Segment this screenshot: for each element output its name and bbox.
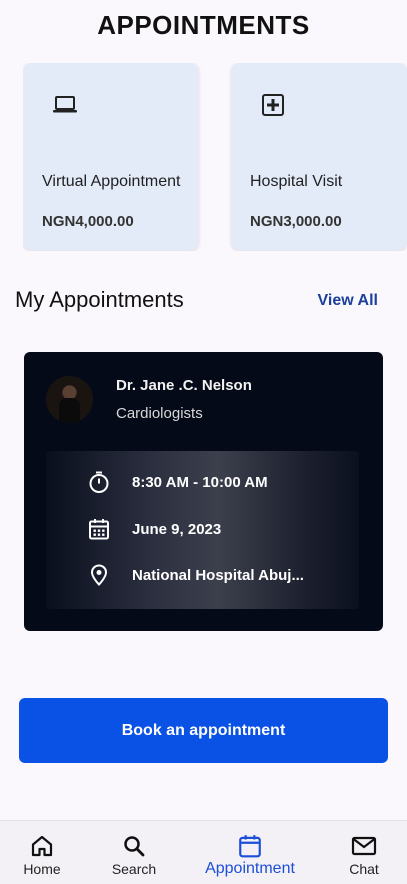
medical-plus-icon bbox=[259, 91, 287, 119]
search-icon bbox=[122, 834, 146, 858]
virtual-appointment-card[interactable]: Virtual Appointment NGN4,000.00 bbox=[23, 63, 199, 250]
nav-label: Appointment bbox=[205, 860, 295, 877]
calendar-icon bbox=[86, 516, 112, 542]
my-appointments-header: My Appointments View All bbox=[15, 287, 378, 317]
appointment-card[interactable]: Dr. Jane .C. Nelson Cardiologists 8:30 A… bbox=[24, 352, 383, 631]
section-title: My Appointments bbox=[15, 287, 184, 312]
book-appointment-button[interactable]: Book an appointment bbox=[19, 698, 388, 763]
service-price: NGN4,000.00 bbox=[42, 213, 134, 230]
bottom-navigation: Home Search Appointment Chat bbox=[0, 820, 407, 884]
date-row: June 9, 2023 bbox=[86, 516, 346, 542]
location-row: National Hospital Abuj... bbox=[86, 562, 346, 588]
view-all-link[interactable]: View All bbox=[318, 292, 378, 310]
doctor-name: Dr. Jane .C. Nelson bbox=[116, 377, 252, 394]
appointment-time: 8:30 AM - 10:00 AM bbox=[132, 473, 268, 491]
hospital-visit-card[interactable]: Hospital Visit NGN3,000.00 bbox=[231, 63, 407, 250]
time-row: 8:30 AM - 10:00 AM bbox=[86, 469, 346, 495]
service-title: Hospital Visit bbox=[250, 173, 343, 190]
doctor-avatar bbox=[46, 376, 93, 423]
nav-home[interactable]: Home bbox=[18, 821, 66, 884]
nav-search[interactable]: Search bbox=[108, 821, 160, 884]
doctor-specialty: Cardiologists bbox=[116, 405, 203, 422]
timer-icon bbox=[86, 469, 112, 495]
appointment-location: National Hospital Abuj... bbox=[132, 566, 304, 584]
nav-label: Search bbox=[111, 861, 157, 877]
service-title: Virtual Appointment bbox=[42, 173, 181, 190]
appointment-date: June 9, 2023 bbox=[132, 520, 222, 538]
location-pin-icon bbox=[86, 562, 112, 588]
service-cards-row: Virtual Appointment NGN4,000.00 Hospital… bbox=[23, 63, 407, 251]
home-icon bbox=[30, 834, 54, 858]
appointment-details: 8:30 AM - 10:00 AM June 9, 2023 National… bbox=[46, 451, 359, 609]
page-title: APPOINTMENTS bbox=[97, 10, 310, 40]
nav-label: Chat bbox=[349, 861, 379, 877]
nav-appointment[interactable]: Appointment bbox=[200, 821, 300, 884]
nav-label: Home bbox=[23, 861, 61, 877]
service-price: NGN3,000.00 bbox=[250, 213, 342, 230]
mail-icon bbox=[351, 834, 377, 858]
nav-chat[interactable]: Chat bbox=[340, 821, 388, 884]
laptop-icon bbox=[51, 91, 79, 119]
calendar-icon bbox=[237, 834, 263, 858]
